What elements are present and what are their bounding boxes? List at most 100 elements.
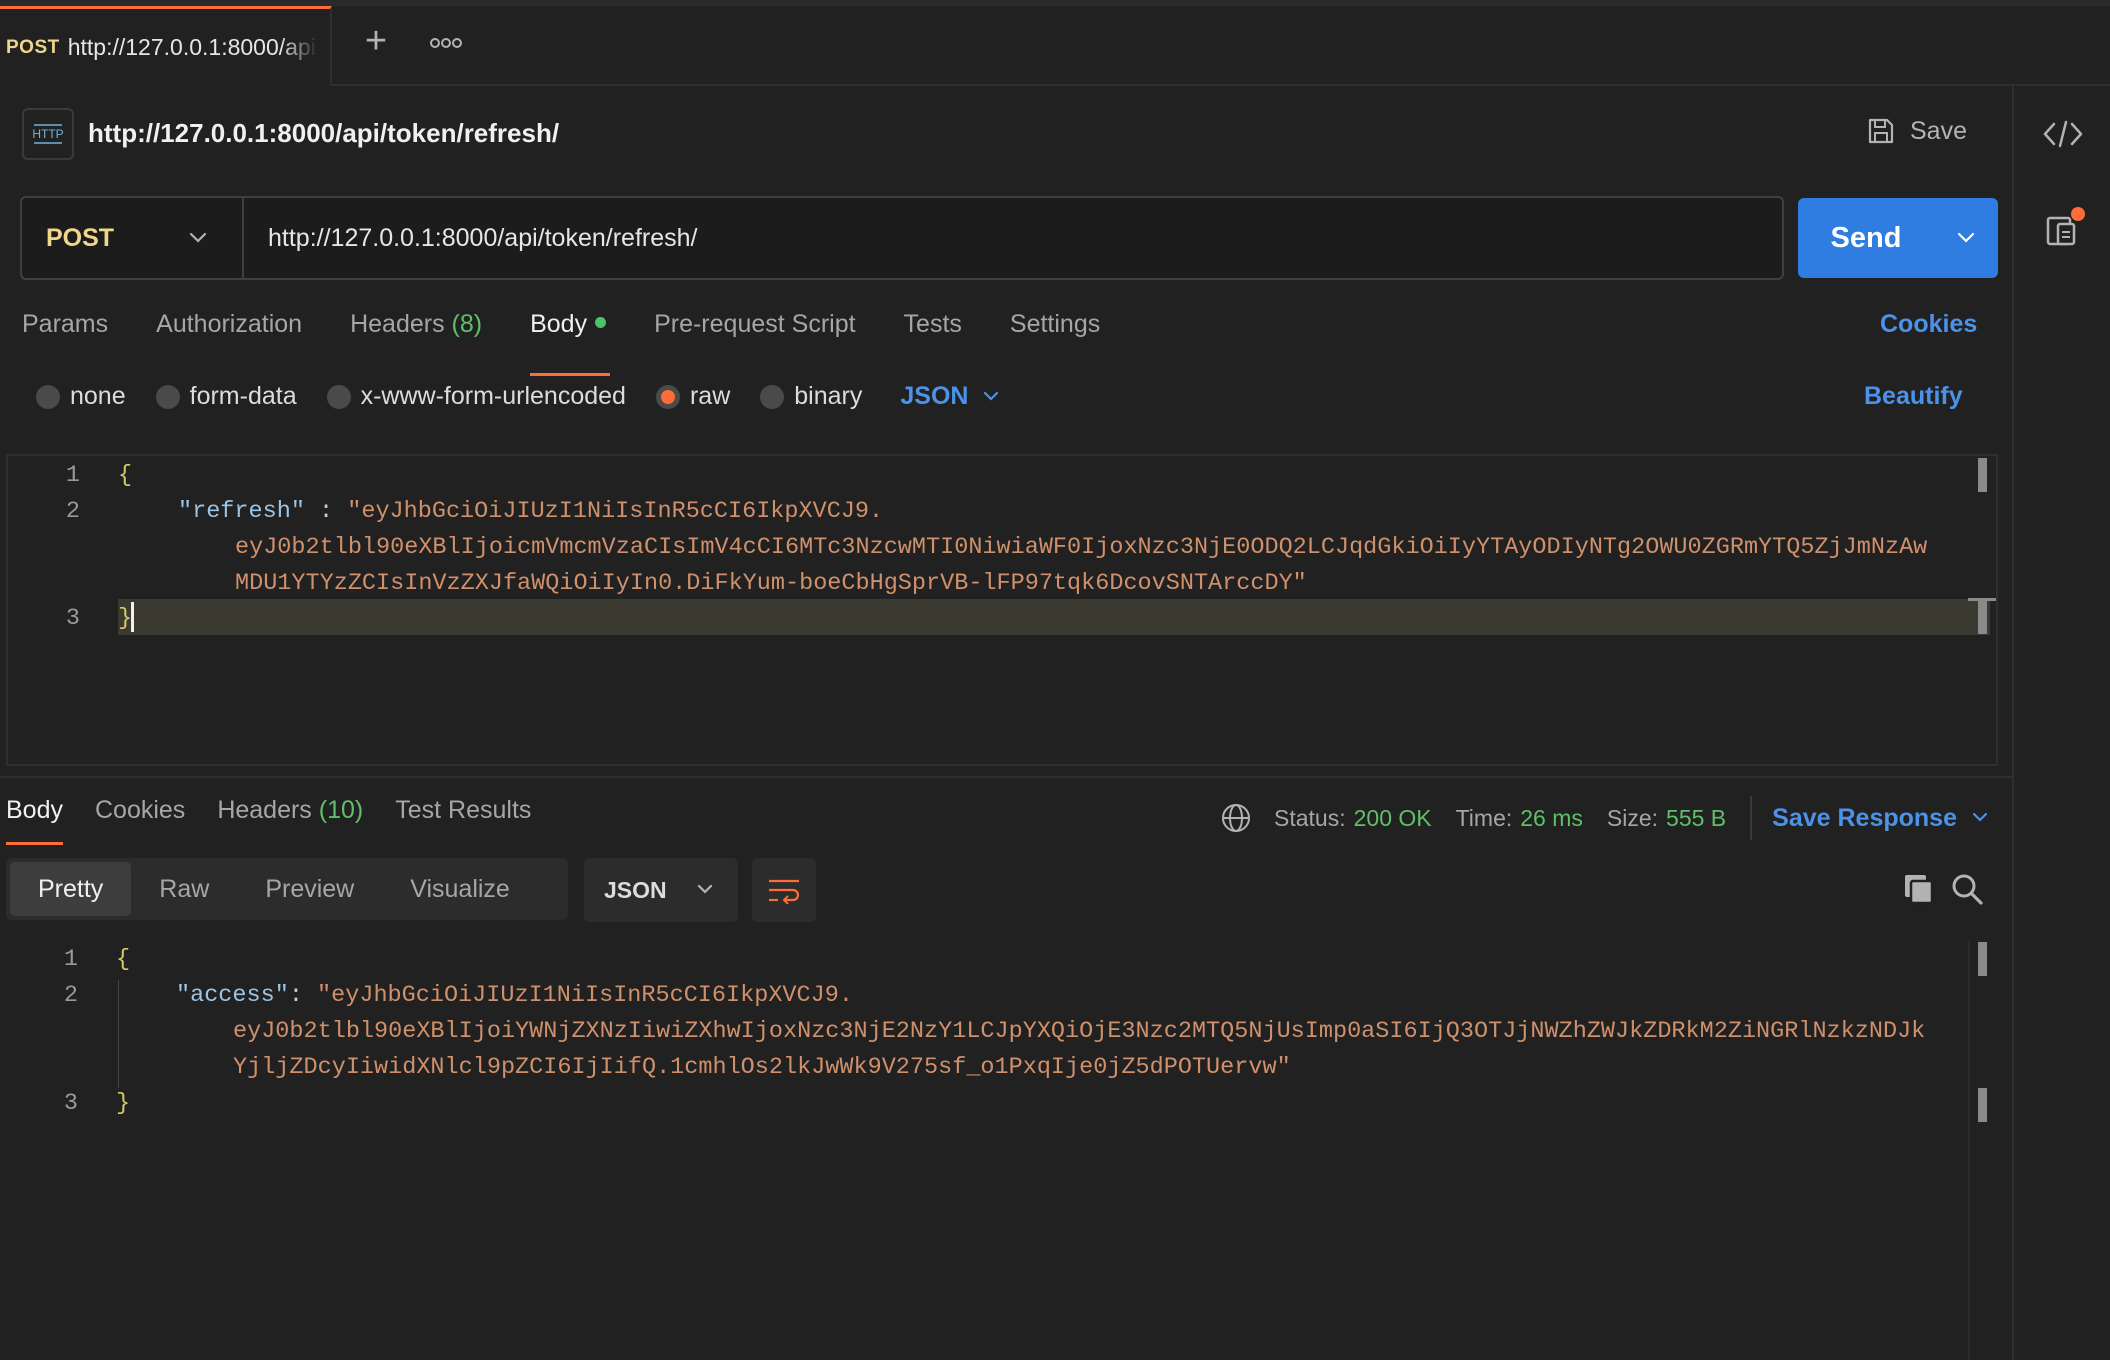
line-number: 2 bbox=[65, 498, 80, 525]
view-pretty[interactable]: Pretty bbox=[10, 862, 132, 916]
json-value-part: MDU1YTYzZCIsInVzZXJfaWQiOiIyIn0.DiFkYum-… bbox=[235, 570, 1307, 597]
save-icon bbox=[1868, 118, 1894, 144]
globe-icon[interactable] bbox=[1220, 802, 1252, 834]
status-value: 200 OK bbox=[1353, 804, 1432, 831]
radio-circle-icon bbox=[760, 384, 785, 409]
radio-none-label: none bbox=[70, 382, 126, 410]
view-visualize[interactable]: Visualize bbox=[382, 862, 538, 916]
radio-circle-icon bbox=[36, 384, 60, 409]
size-label: Size: bbox=[1606, 804, 1659, 831]
response-format-select[interactable]: JSON bbox=[584, 858, 738, 922]
close-brace: } bbox=[118, 605, 133, 632]
editor-scrollbar[interactable] bbox=[1978, 458, 1987, 492]
tab-authorization[interactable]: Authorization bbox=[156, 310, 302, 358]
new-tab-icon[interactable]: + bbox=[356, 22, 396, 62]
response-format-value: JSON bbox=[604, 876, 667, 903]
response-view-toggle: Pretty Raw Preview Visualize bbox=[6, 858, 568, 920]
response-headers-label: Headers bbox=[217, 796, 312, 824]
raw-format-select[interactable]: JSON bbox=[900, 382, 1000, 411]
json-value-part: YjljZDcyIiwidXNlcl9pZCI6IjIifQ.1cmhlOs2l… bbox=[233, 1054, 1291, 1081]
radio-form-data[interactable]: form-data bbox=[155, 382, 297, 411]
save-response-label: Save Response bbox=[1772, 803, 1957, 832]
response-tab-headers[interactable]: Headers (10) bbox=[217, 796, 363, 825]
wrap-lines-icon bbox=[769, 879, 800, 904]
http-icon: HTTP bbox=[22, 108, 74, 160]
json-key: "access" bbox=[176, 982, 289, 1009]
search-icon[interactable] bbox=[1950, 872, 1984, 906]
response-tab-body[interactable]: Body bbox=[6, 796, 63, 845]
response-tab-cookies[interactable]: Cookies bbox=[95, 796, 185, 825]
pane-divider[interactable] bbox=[0, 776, 2012, 778]
response-headers-count: (10) bbox=[318, 796, 364, 824]
line-number: 2 bbox=[63, 982, 78, 1009]
tab-params[interactable]: Params bbox=[22, 310, 108, 358]
json-colon: : bbox=[288, 982, 318, 1009]
json-value-part: eyJ0b2tlbl90eXBlIjoicmVmcmVzaCIsImV4cCI6… bbox=[235, 534, 1928, 561]
send-button[interactable]: Send bbox=[1798, 198, 1998, 278]
cookies-link[interactable]: Cookies bbox=[1880, 310, 1977, 339]
radio-binary-label: binary bbox=[794, 382, 863, 410]
tab-tests[interactable]: Tests bbox=[904, 310, 962, 358]
status[interactable]: Status: 200 OK bbox=[1274, 805, 1432, 832]
code-icon[interactable] bbox=[2040, 114, 2086, 154]
more-options-icon[interactable] bbox=[426, 28, 466, 58]
url-input[interactable] bbox=[244, 223, 1782, 253]
raw-format-value: JSON bbox=[900, 382, 969, 410]
json-entry: "access": "eyJhbGciOiJIUzI1NiIsInR5cCI6I… bbox=[176, 982, 853, 1009]
tab-settings[interactable]: Settings bbox=[1010, 310, 1100, 358]
line-number: 1 bbox=[65, 462, 80, 489]
time[interactable]: Time: 26 ms bbox=[1456, 805, 1583, 832]
body-type-selector: none form-data x-www-form-urlencoded raw… bbox=[36, 382, 1000, 411]
radio-selected-icon bbox=[655, 384, 680, 409]
save-response-button[interactable]: Save Response bbox=[1772, 804, 1989, 833]
indent-guide bbox=[118, 980, 119, 1088]
beautify-button[interactable]: Beautify bbox=[1864, 382, 1963, 411]
radio-none[interactable]: none bbox=[36, 382, 126, 411]
chevron-down-icon bbox=[697, 884, 713, 894]
send-options-button[interactable] bbox=[1934, 198, 1998, 278]
tab-prerequest-script[interactable]: Pre-request Script bbox=[654, 310, 855, 358]
response-tab-test-results[interactable]: Test Results bbox=[395, 796, 531, 825]
response-tabs: Body Cookies Headers (10) Test Results bbox=[6, 796, 531, 845]
response-scrollbar[interactable] bbox=[1978, 942, 1987, 976]
editor-scroll-marker bbox=[1978, 600, 1987, 634]
send-label: Send bbox=[1830, 221, 1902, 254]
json-entry: "refresh" : "eyJhbGciOiJIUzI1NiIsInR5cCI… bbox=[178, 498, 883, 525]
status-label: Status: bbox=[1274, 804, 1346, 831]
open-brace: { bbox=[116, 946, 131, 973]
request-title[interactable]: http://127.0.0.1:8000/api/token/refresh/ bbox=[88, 118, 559, 149]
view-preview[interactable]: Preview bbox=[237, 862, 382, 916]
save-label: Save bbox=[1910, 116, 1967, 145]
tab-url: http://127.0.0.1:8000/api/token/refresh/ bbox=[67, 34, 318, 60]
line-number: 3 bbox=[65, 605, 80, 632]
modified-dot-icon bbox=[595, 316, 607, 328]
scroll-track bbox=[1968, 940, 1970, 1360]
tab-body[interactable]: Body bbox=[530, 310, 611, 376]
radio-circle-icon bbox=[155, 384, 180, 409]
line-number: 1 bbox=[63, 946, 78, 973]
size[interactable]: Size: 555 B bbox=[1607, 805, 1726, 832]
svg-text:HTTP: HTTP bbox=[32, 127, 63, 141]
copy-icon[interactable] bbox=[1902, 872, 1936, 906]
tab-headers[interactable]: Headers (8) bbox=[350, 310, 482, 358]
documentation-icon[interactable] bbox=[2044, 206, 2086, 250]
radio-binary[interactable]: binary bbox=[760, 382, 862, 411]
wrap-lines-button[interactable] bbox=[752, 858, 816, 922]
radio-urlencoded[interactable]: x-www-form-urlencoded bbox=[326, 382, 626, 411]
save-button[interactable]: Save bbox=[1866, 116, 1967, 146]
tab-headers-label: Headers bbox=[350, 310, 445, 338]
tab-method: POST bbox=[6, 36, 60, 58]
view-raw[interactable]: Raw bbox=[131, 862, 237, 916]
editor-overview-marker bbox=[1968, 598, 1996, 601]
method-select[interactable]: POST bbox=[22, 198, 244, 278]
chevron-down-icon bbox=[1972, 812, 1988, 822]
request-tab[interactable]: POST http://127.0.0.1:8000/api/token/ref… bbox=[0, 6, 332, 86]
headers-count: (8) bbox=[451, 310, 483, 338]
radio-form-data-label: form-data bbox=[189, 382, 297, 410]
open-brace: { bbox=[118, 462, 133, 489]
request-tabs: Params Authorization Headers (8) Body Pr… bbox=[22, 310, 1100, 376]
url-bar: POST bbox=[20, 196, 1784, 280]
close-brace: } bbox=[116, 1090, 131, 1117]
line-number: 3 bbox=[63, 1090, 78, 1117]
radio-raw[interactable]: raw bbox=[655, 382, 730, 411]
